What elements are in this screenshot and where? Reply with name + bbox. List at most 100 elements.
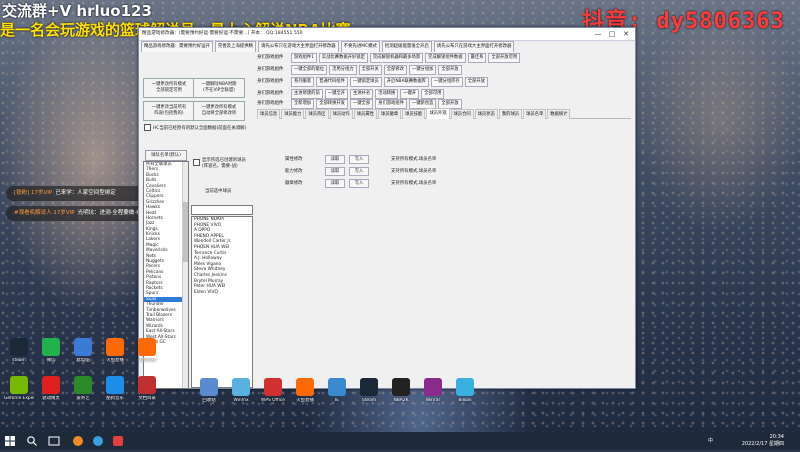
- desktop-icon[interactable]: Geforce Experience: [4, 376, 34, 410]
- tab-10[interactable]: 我的球员: [498, 109, 523, 119]
- desktop-icon-label: IE: [334, 398, 340, 403]
- tab-5[interactable]: 球员徽章: [377, 109, 402, 119]
- taskbar-clock[interactable]: 20:34 2022/2/17 星期四: [732, 434, 784, 452]
- tab-8[interactable]: 球员合同: [450, 109, 474, 119]
- app-icon: [392, 378, 410, 396]
- read-button[interactable]: 读取: [325, 167, 345, 176]
- player-list[interactable]: PHONE NOKIA PHONE VIVO A OPPO PHENO APPEL We…: [191, 216, 253, 388]
- tab-1[interactable]: 球员能力: [281, 109, 305, 119]
- desktop-icon[interactable]: Steam: [354, 378, 384, 412]
- scrollbar-thumb[interactable]: [183, 202, 188, 262]
- tab-9[interactable]: 球员状态: [474, 109, 498, 119]
- player-search-input[interactable]: [191, 205, 253, 215]
- desktop-icon[interactable]: 此电脑: [68, 338, 98, 372]
- desktop-icon-label: 回收站: [202, 398, 216, 403]
- toolbar-button[interactable]: 完善及上海提供精: [214, 41, 257, 52]
- browser-icon[interactable]: [72, 435, 84, 447]
- option-button[interactable]: 一键分组库存: [430, 77, 463, 87]
- tab-0[interactable]: 球员信息: [257, 109, 281, 119]
- change-all-modes-button[interactable]: 一键更改所有模式 全部锁定可用: [143, 78, 195, 98]
- checkbox-box[interactable]: [193, 159, 200, 166]
- desktop-icon[interactable]: IE: [322, 378, 352, 412]
- option-button[interactable]: 一键全部的能位: [291, 65, 328, 75]
- input-language[interactable]: 中: [708, 432, 713, 450]
- desktop-icon[interactable]: NBA2K: [386, 378, 416, 412]
- toolbar-button[interactable]: 请先公布只在游戏大主界面打开修改器: [433, 41, 515, 52]
- option-button[interactable]: 完成解锁机器和最多场景: [369, 53, 424, 63]
- show-created-checkbox[interactable]: 显示所选已创建的球员(阵容名，需要-战): [193, 158, 251, 170]
- toolbar-button[interactable]: 不要先进MC模式: [340, 41, 380, 52]
- desktop-icon[interactable]: Winmx: [226, 378, 256, 412]
- toolbar-button[interactable]: 精品游戏修改器：需要预约好运开: [141, 41, 213, 52]
- app-icon: [74, 376, 92, 394]
- unlock-era-button[interactable]: 一键解除NBA时期 (不在VIP全联盟): [193, 78, 245, 98]
- checkbox-box[interactable]: [144, 124, 151, 131]
- option-button[interactable]: 系列服装: [291, 77, 315, 87]
- close-button[interactable]: ✕: [619, 28, 633, 40]
- desktop-icon-label: 此电脑: [76, 358, 90, 363]
- option-button[interactable]: 游戏组件1: [291, 53, 317, 63]
- desktop-icon[interactable]: 微信: [36, 338, 66, 372]
- desktop-icon[interactable]: 回收站: [194, 378, 224, 412]
- option-button[interactable]: 普通代码组件: [316, 77, 348, 87]
- option-button[interactable]: 全部修改: [383, 65, 407, 75]
- task-view-icon[interactable]: [48, 435, 60, 447]
- auto-apply-button[interactable]: 一键更改所有模式 自动将全部修改项: [193, 101, 245, 121]
- desktop-icon[interactable]: 文档目录: [132, 376, 162, 410]
- minimize-button[interactable]: —: [591, 28, 605, 40]
- desktop-icon[interactable]: 酷狗音乐: [100, 376, 130, 410]
- tab-11[interactable]: 球员名单: [523, 109, 547, 119]
- app-icon: [264, 378, 282, 396]
- app-icon[interactable]: [112, 435, 124, 447]
- tab-12[interactable]: 数据统计: [547, 109, 571, 119]
- option-button[interactable]: 全部开放: [438, 65, 462, 75]
- toolbar-button[interactable]: 请先公布只在游戏大主界面打开修改器: [258, 41, 339, 52]
- desktop-icon[interactable]: 火鱼直播: [100, 338, 130, 372]
- maximize-button[interactable]: □: [605, 28, 619, 40]
- option-button[interactable]: 全部开关: [358, 65, 382, 75]
- option-row: 身们游戏组件 一键全部的能位 活用分组力 全部开关 全部修改 一键分组加 全部开放: [257, 64, 464, 75]
- desktop-icon-label: Geforce Experience: [4, 396, 34, 401]
- option-button[interactable]: 全部开放: [464, 77, 488, 87]
- tab-4[interactable]: 球员属性: [353, 109, 377, 119]
- toolbar-button[interactable]: 检测超级能量值全开启: [381, 41, 432, 52]
- tab-7[interactable]: 球员外观: [426, 108, 450, 119]
- desktop-icon[interactable]: 驱动精灵: [36, 376, 66, 410]
- option-button[interactable]: 开启NBA联赛数据库: [383, 77, 429, 87]
- write-button[interactable]: 写入: [349, 155, 369, 164]
- option-button[interactable]: 实战比赛数据开好锁定: [318, 53, 368, 63]
- option-button[interactable]: 一键锁定球员: [349, 77, 382, 87]
- tab-6[interactable]: 球员技能: [402, 109, 426, 119]
- desktop-icon[interactable]: 火鱼直播: [132, 338, 162, 372]
- windows-start-icon[interactable]: [4, 435, 16, 447]
- desktop-icon-label: 爱奇艺: [76, 396, 90, 401]
- hide-defaults-checkbox[interactable]: HC当前已经原有的默认全面数据(前面在关调解): [144, 124, 252, 132]
- write-button[interactable]: 写入: [349, 179, 369, 188]
- team-roster-button[interactable]: 球队名单(默认): [145, 150, 187, 161]
- app-icon[interactable]: [92, 435, 104, 447]
- search-icon[interactable]: [26, 435, 38, 447]
- read-button[interactable]: 读取: [325, 179, 345, 188]
- desktop-icon[interactable]: 火鱼直播: [290, 378, 320, 412]
- option-button[interactable]: 全部开放可用: [488, 53, 521, 63]
- option-button[interactable]: 完成解锁组件数据: [425, 53, 466, 63]
- change-roster-button[interactable]: 一键更改当前所有 阵容(包括我的): [143, 101, 195, 121]
- tab-3[interactable]: 球员动作: [329, 109, 353, 119]
- player-list-item[interactable]: Elden VIVO: [192, 290, 252, 296]
- option-button[interactable]: 最佳系: [467, 53, 487, 63]
- team-list-scrollbar[interactable]: [182, 162, 188, 388]
- desktop-icon[interactable]: Winrar: [418, 378, 448, 412]
- desktop-icon[interactable]: 爱奇艺: [68, 376, 98, 410]
- desktop-icon[interactable]: WPS Office: [258, 378, 288, 412]
- desktop-icon[interactable]: steam: [4, 338, 34, 372]
- taskbar: 中 20:34 2022/2/17 星期四: [0, 432, 800, 450]
- app-icon: [424, 378, 442, 396]
- option-button[interactable]: 活用分组力: [329, 65, 357, 75]
- tab-2[interactable]: 球员热区: [305, 109, 329, 119]
- write-button[interactable]: 写入: [349, 167, 369, 176]
- option-button[interactable]: 一键分组加: [408, 65, 437, 75]
- clock-date: 2022/2/17 星期四: [741, 440, 784, 447]
- app-icon: [456, 378, 474, 396]
- read-button[interactable]: 读取: [325, 155, 345, 164]
- desktop-icon[interactable]: Bilibili: [450, 378, 480, 412]
